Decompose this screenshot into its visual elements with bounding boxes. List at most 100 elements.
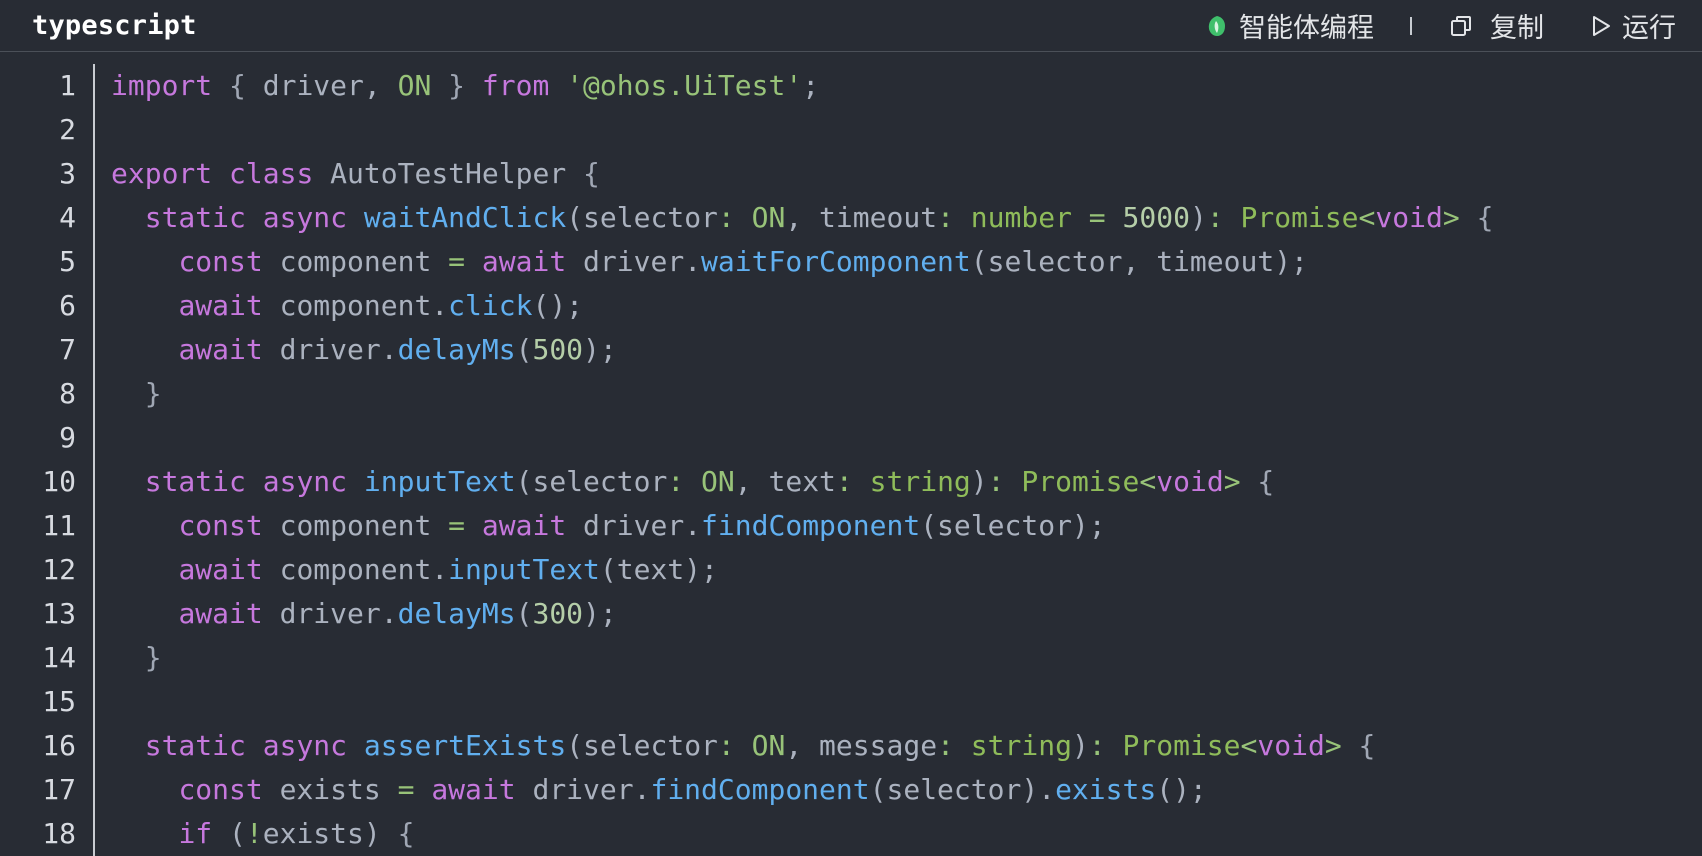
line-number: 10 <box>42 465 76 498</box>
code-token: : <box>835 465 853 498</box>
line-number: 9 <box>59 421 76 454</box>
code-token: ON <box>751 729 786 762</box>
code-token: : <box>937 201 954 234</box>
code-token: ON <box>751 201 786 234</box>
code-token: exists <box>1055 773 1157 806</box>
code-token: { <box>229 69 246 102</box>
code-token: from <box>481 69 550 102</box>
code-token: driver. <box>566 509 702 542</box>
code-token: } <box>144 377 162 410</box>
line-number: 7 <box>59 333 76 366</box>
code-token: (selector); <box>920 509 1106 542</box>
code-token: { <box>1358 729 1376 762</box>
run-button[interactable]: 运行 <box>1590 6 1676 45</box>
line-number: 11 <box>42 509 76 542</box>
code-token: Promise <box>1021 465 1140 498</box>
code-token: driver, <box>245 69 398 102</box>
code-line: 1 import { driver, ON } from '@ohos.UiTes… <box>0 64 1702 108</box>
line-number: 15 <box>42 685 76 718</box>
code-token: : <box>667 465 685 498</box>
line-source: static async waitAndClick(selector: ON, … <box>111 196 1494 240</box>
code-token: void <box>1257 729 1325 762</box>
copy-button[interactable]: 复制 <box>1450 6 1544 45</box>
code-token: ) <box>1189 201 1207 234</box>
code-token: , message <box>785 729 938 762</box>
header-actions: 智能体编程 复制 运行 <box>1205 6 1676 45</box>
code-token: async <box>262 201 348 234</box>
code-token: (selector). <box>869 773 1056 806</box>
code-token: exists) <box>262 817 398 850</box>
code-line: 16 static async assertExists(selector: O… <box>0 724 1702 768</box>
code-token: { <box>1476 201 1494 234</box>
code-token: findComponent <box>650 773 870 806</box>
code-token: { <box>583 157 600 190</box>
code-line: 3 export class AutoTestHelper { <box>0 152 1702 196</box>
code-token: await <box>178 333 263 366</box>
line-source: const component = await driver.waitForCo… <box>111 240 1307 284</box>
run-label: 运行 <box>1622 13 1676 44</box>
code-token: number <box>970 201 1072 234</box>
code-token: ); <box>583 597 617 630</box>
code-line: 2 <box>0 108 1702 152</box>
code-token: = <box>448 245 466 278</box>
line-source: import { driver, ON } from '@ohos.UiTest… <box>111 64 819 108</box>
code-line: 4 static async waitAndClick(selector: ON… <box>0 196 1702 240</box>
ai-coding-label: 智能体编程 <box>1239 13 1374 44</box>
code-token: = <box>397 773 415 806</box>
code-token: driver. <box>566 245 702 278</box>
code-token: (selector <box>566 729 718 762</box>
line-number: 18 <box>42 817 76 850</box>
divider <box>1410 16 1412 35</box>
code-token: Promise <box>1122 729 1241 762</box>
code-token: ( <box>515 333 533 366</box>
line-source: const component = await driver.findCompo… <box>111 504 1106 548</box>
code-token: 300 <box>532 597 584 630</box>
code-line: 8 } <box>0 372 1702 416</box>
code-line: 18 if (!exists) { <box>0 812 1702 856</box>
code-token: ( <box>212 817 246 850</box>
code-lines: 1 import { driver, ON } from '@ohos.UiTes… <box>0 64 1702 856</box>
code-token: < <box>1358 201 1376 234</box>
copy-label: 复制 <box>1490 13 1544 44</box>
code-block: typescript 智能体编程 复制 运行 1 import {driver… <box>0 0 1702 856</box>
code-token: const <box>178 509 263 542</box>
code-line: 13 await driver.delayMs(300); <box>0 592 1702 636</box>
code-token: async <box>262 465 348 498</box>
code-token: waitAndClick <box>363 201 567 234</box>
code-token: (selector <box>566 201 718 234</box>
code-line: 10 static async inputText(selector: ON, … <box>0 460 1702 504</box>
code-token: click <box>448 289 533 322</box>
code-token: export <box>111 157 213 190</box>
code-token: assertExists <box>363 729 567 762</box>
code-token: : <box>717 201 735 234</box>
code-line: 7 await driver.delayMs(500); <box>0 328 1702 372</box>
code-line: 14 } <box>0 636 1702 680</box>
line-source: static async assertExists(selector: ON, … <box>111 724 1376 768</box>
code-block-header: typescript 智能体编程 复制 运行 <box>0 0 1702 52</box>
code-token: (selector <box>515 465 668 498</box>
code-area[interactable]: 1 import { driver, ON } from '@ohos.UiTes… <box>0 64 1702 856</box>
code-token: static <box>144 729 246 762</box>
leaf-logo-icon <box>1208 15 1225 36</box>
ai-coding-button[interactable]: 智能体编程 <box>1205 6 1374 45</box>
code-line: 11 const component = await driver.findCo… <box>0 504 1702 548</box>
code-token: delayMs <box>397 333 516 366</box>
